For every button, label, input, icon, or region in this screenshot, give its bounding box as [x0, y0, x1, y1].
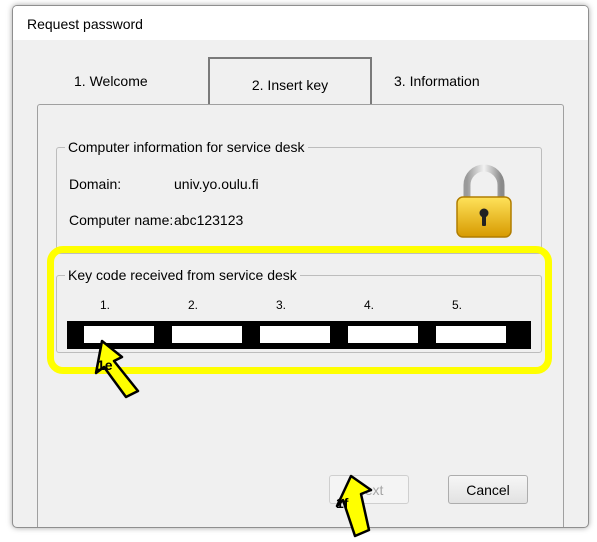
tab-information[interactable]: 3. Information — [394, 73, 480, 89]
tab-insert-key-label: 2. Insert key — [251, 77, 329, 93]
computer-info-legend: Computer information for service desk — [65, 139, 308, 155]
key-code-field-5[interactable] — [436, 326, 506, 343]
key-code-legend: Key code received from service desk — [65, 267, 300, 283]
key-column-3-label: 3. — [275, 298, 286, 312]
key-code-field-2[interactable] — [172, 326, 242, 343]
key-column-5-label: 5. — [451, 298, 462, 312]
title-bar: Request password — [13, 6, 588, 40]
tab-welcome[interactable]: 1. Welcome — [74, 73, 148, 89]
key-code-field-1[interactable] — [84, 326, 154, 343]
tab-insert-key[interactable]: 2. Insert key — [208, 57, 372, 105]
domain-value: univ.yo.oulu.fi — [174, 176, 259, 192]
computer-info-group: Computer information for service desk Do… — [56, 139, 542, 254]
next-button[interactable]: Next — [329, 475, 409, 504]
key-code-fields — [67, 321, 531, 349]
key-column-4-label: 4. — [363, 298, 374, 312]
computer-name-label: Computer name: — [69, 212, 174, 228]
request-password-dialog: Request password 1. Welcome 2. Insert ke… — [12, 5, 589, 528]
key-code-group: Key code received from service desk 1. 2… — [56, 267, 542, 353]
window-title: Request password — [27, 16, 143, 32]
tab-panel: Computer information for service desk Do… — [37, 104, 564, 527]
padlock-icon — [456, 164, 512, 238]
key-column-1-label: 1. — [99, 298, 110, 312]
key-code-field-3[interactable] — [260, 326, 330, 343]
domain-label: Domain: — [69, 176, 122, 192]
key-code-field-4[interactable] — [348, 326, 418, 343]
cancel-button[interactable]: Cancel — [448, 475, 528, 504]
key-column-2-label: 2. — [187, 298, 198, 312]
computer-name-value: abc123123 — [174, 212, 244, 228]
